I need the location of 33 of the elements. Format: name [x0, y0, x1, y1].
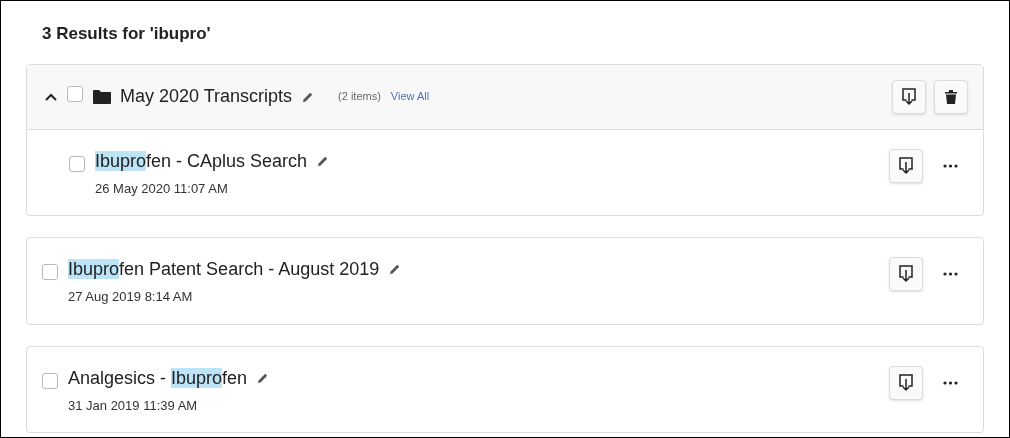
pencil-icon[interactable]: [257, 371, 270, 384]
trash-icon: [945, 89, 957, 104]
checkbox[interactable]: [42, 372, 58, 389]
view-all-link[interactable]: View All: [390, 88, 430, 105]
more-icon: [942, 272, 958, 276]
more-icon: [942, 163, 958, 168]
results-heading: 3 Results for 'ibupro': [41, 23, 212, 45]
checkbox[interactable]: [67, 85, 83, 102]
result-date: 31 Jan 2019 11:39 AM: [68, 396, 199, 415]
chevron-up-icon[interactable]: [45, 92, 57, 101]
more-icon: [942, 380, 958, 385]
result-date: 26 May 2020 11:07 AM: [95, 179, 229, 198]
pencil-icon[interactable]: [302, 90, 315, 103]
folder-icon: [93, 89, 111, 104]
download-icon: [899, 373, 913, 392]
download-button[interactable]: [889, 148, 923, 183]
delete-button[interactable]: [934, 79, 968, 114]
download-icon: [899, 156, 913, 175]
download-icon: [899, 265, 913, 283]
pencil-icon[interactable]: [389, 263, 402, 275]
download-button[interactable]: [892, 79, 926, 114]
result-title[interactable]: Ibuprofen Patent Search - August 2019: [68, 255, 380, 283]
download-button[interactable]: [889, 257, 923, 291]
item-count: (2 items): [338, 89, 381, 105]
pencil-icon[interactable]: [317, 154, 330, 167]
result-title[interactable]: Ibuprofen - CAplus Search: [95, 146, 308, 175]
result-date: 27 Aug 2019 8:14 AM: [68, 288, 194, 306]
download-button[interactable]: [889, 365, 923, 400]
download-icon: [902, 87, 916, 106]
result-title[interactable]: Analgesics - Ibuprofen: [68, 363, 248, 392]
checkbox[interactable]: [42, 264, 58, 280]
folder-name[interactable]: May 2020 Transcripts: [120, 83, 293, 110]
checkbox[interactable]: [69, 155, 85, 172]
